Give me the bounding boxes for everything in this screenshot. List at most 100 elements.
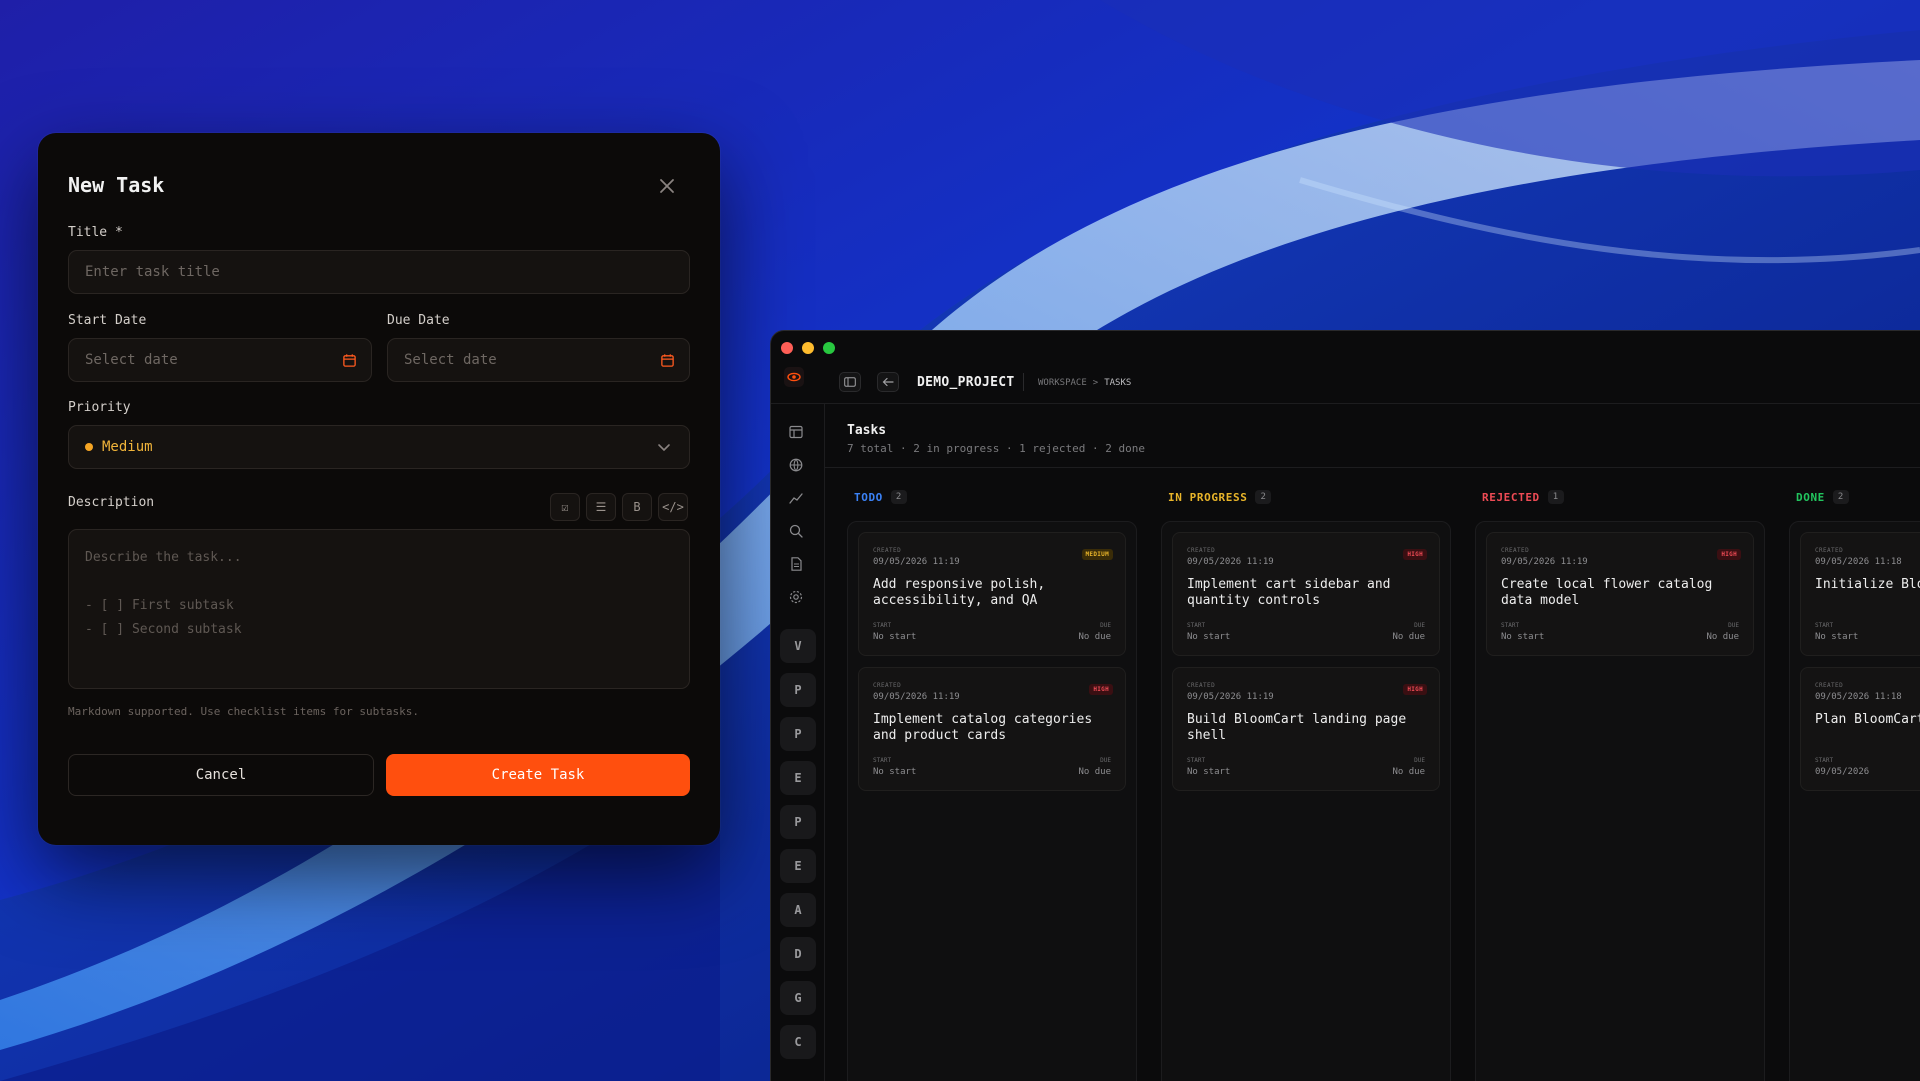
code-icon: </> [662,500,684,514]
workspace-avatar[interactable]: V [780,629,816,663]
task-title: Create local flower catalog data model [1501,577,1713,608]
due-value: No due [1078,767,1111,777]
title-input[interactable]: Enter task title [68,250,690,294]
due-value: No due [1392,632,1425,642]
priority-select[interactable]: Medium [68,425,690,469]
layout-icon[interactable] [788,424,804,440]
title-placeholder: Enter task title [85,264,220,280]
project-name: DEMO_PROJECT [917,375,1015,390]
column-title: DONE [1796,490,1825,504]
created-date: 09/05/2026 11:19 [1501,557,1588,567]
start-label: START [1187,622,1206,629]
breadcrumb-separator: > [1092,378,1099,388]
minimize-window-button[interactable] [802,342,814,354]
settings-icon[interactable] [788,589,804,605]
due-label: DUE [1728,622,1739,629]
sidebar-icon [844,377,856,387]
due-label: DUE [1100,757,1111,764]
workspace-avatar[interactable]: E [780,849,816,883]
due-label: DUE [1100,622,1111,629]
calendar-icon [661,354,674,367]
start-value: No start [1187,632,1231,642]
created-label: CREATED [1187,682,1216,689]
due-date-picker[interactable]: Select date [387,338,690,382]
workspace-avatar[interactable]: D [780,937,816,971]
description-placeholder-line [85,570,673,594]
close-icon[interactable] [656,175,678,197]
workspace-avatar[interactable]: P [780,673,816,707]
cancel-button[interactable]: Cancel [68,754,374,796]
description-label: Description [68,495,155,510]
checklist-button[interactable]: ☑ [550,493,580,521]
priority-badge: MEDIUM [1081,549,1113,560]
workspace-avatar[interactable]: C [780,1025,816,1059]
task-card[interactable]: CREATED 09/05/2026 11:18 Plan BloomCart STA… [1800,667,1920,791]
workspace-avatar[interactable]: E [780,761,816,795]
close-window-button[interactable] [781,342,793,354]
column-in-progress: CREATED 09/05/2026 11:19 Implement cart si… [1161,521,1451,1081]
task-card[interactable]: CREATED 09/05/2026 11:19 Add responsive po… [858,532,1126,656]
task-card[interactable]: CREATED 09/05/2026 11:19 Implement cart si… [1172,532,1440,656]
breadcrumb-workspace[interactable]: WORKSPACE [1038,378,1087,388]
breadcrumb-tasks: TASKS [1104,378,1132,388]
description-placeholder-line: Describe the task... [85,550,242,565]
arrow-left-icon [882,377,894,387]
column-done: CREATED 09/05/2026 11:18 Initialize BloomC… [1789,521,1920,1081]
created-date: 09/05/2026 11:18 [1815,692,1902,702]
dialog-title: New Task [68,173,165,197]
task-title: Implement cart sidebar and quantity cont… [1187,577,1391,608]
priority-badge: HIGH [1089,684,1113,695]
created-date: 09/05/2026 11:19 [873,692,960,702]
divider [1023,373,1024,391]
toggle-sidebar-button[interactable] [839,372,861,392]
page-title: Tasks [847,423,887,438]
start-value: No start [1187,767,1231,777]
workspace-avatar[interactable]: P [780,717,816,751]
create-task-button[interactable]: Create Task [386,754,690,796]
workspace-avatar[interactable]: P [780,805,816,839]
chart-line-icon[interactable] [788,490,804,506]
priority-dot [85,443,93,451]
task-card[interactable]: CREATED 09/05/2026 11:19 Create local flow… [1486,532,1754,656]
start-label: START [1815,757,1834,764]
breadcrumb: WORKSPACE > TASKS [1038,378,1131,388]
priority-badge: HIGH [1403,549,1427,560]
due-date-placeholder: Select date [404,352,497,368]
list-button[interactable]: ☰ [586,493,616,521]
chevron-down-icon [658,444,670,452]
task-card[interactable]: CREATED 09/05/2026 11:18 Initialize BloomC… [1800,532,1920,656]
created-date: 09/05/2026 11:19 [873,557,960,567]
created-label: CREATED [873,547,902,554]
start-value: 09/05/2026 [1815,767,1870,777]
maximize-window-button[interactable] [823,342,835,354]
description-textarea[interactable]: Describe the task... - [ ] First subtask… [68,529,690,689]
workspace-avatar[interactable]: A [780,893,816,927]
globe-icon[interactable] [788,457,804,473]
document-icon[interactable] [788,556,804,572]
task-title: Build BloomCart landing page shell [1187,712,1407,743]
column-header: DONE 2 [1796,490,1849,504]
column-title: IN PROGRESS [1168,490,1248,504]
start-value: No start [873,632,917,642]
bold-button[interactable]: B [622,493,652,521]
search-icon[interactable] [788,523,804,539]
priority-label: Priority [68,400,131,415]
start-label: START [873,622,892,629]
workspace-avatar[interactable]: G [780,981,816,1015]
task-title: Implement catalog categories and product… [873,712,1093,743]
task-card[interactable]: CREATED 09/05/2026 11:19 Implement catalog… [858,667,1126,791]
bold-icon: B [633,500,641,514]
top-bar: DEMO_PROJECT WORKSPACE > TASKS [771,331,1920,404]
column-title: REJECTED [1482,490,1540,504]
start-value: No start [1815,632,1859,642]
app-window: DEMO_PROJECT WORKSPACE > TASKS V P P E P… [770,330,1920,1081]
priority-badge: HIGH [1403,684,1427,695]
back-button[interactable] [877,372,899,392]
start-date-placeholder: Select date [85,352,178,368]
start-date-picker[interactable]: Select date [68,338,372,382]
code-button[interactable]: </> [658,493,688,521]
title-label: Title * [68,225,123,240]
task-card[interactable]: CREATED 09/05/2026 11:19 Build BloomCart l… [1172,667,1440,791]
start-label: START [873,757,892,764]
start-date-label: Start Date [68,313,147,328]
